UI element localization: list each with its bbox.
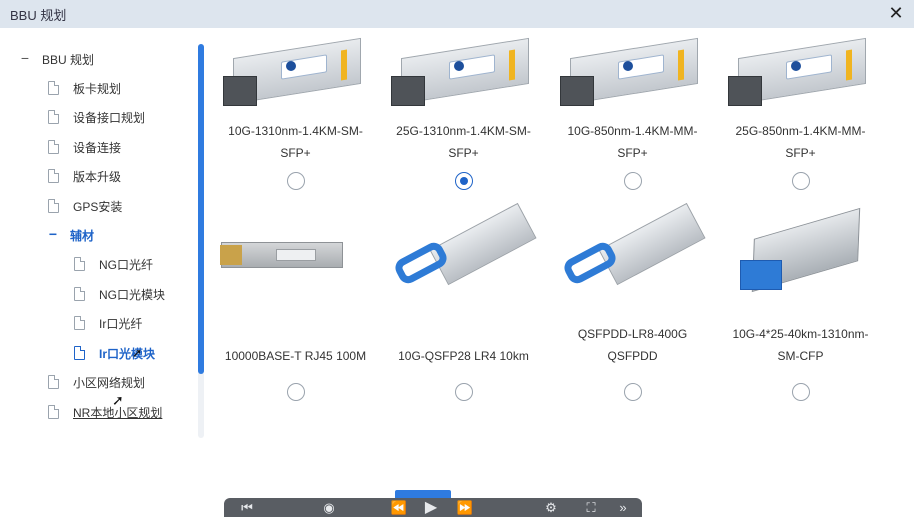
qsfpdd-module-image	[550, 202, 715, 308]
product-card[interactable]: 10G-1310nm-1.4KM-SM- SFP+	[213, 37, 378, 164]
tree-group-label: 辅材	[70, 228, 95, 243]
document-icon	[74, 287, 85, 301]
document-icon	[48, 375, 59, 389]
product-name-line2: QSFPDD	[607, 349, 658, 363]
product-radio[interactable]	[624, 172, 642, 190]
product-card[interactable]: 25G-850nm-1.4KM-MM- SFP+	[718, 37, 883, 164]
close-icon[interactable]: ✕	[886, 3, 906, 23]
product-radio[interactable]	[455, 172, 473, 190]
tree-panel: − BBU 规划 板卡规划 设备接口规划 设备连接 版本升级 GPS安装 − 辅…	[12, 42, 208, 440]
tree-item-ir-module[interactable]: Ir口光模块	[74, 342, 155, 364]
tree-group-materials[interactable]: − 辅材	[46, 224, 94, 246]
mouse-pointer-icon: ➚	[112, 392, 124, 408]
tree-item-ng-fiber[interactable]: NG口光纤	[74, 253, 153, 275]
tree-item-label: NG口光模块	[99, 287, 166, 302]
product-name: 10000BASE-T RJ45 100M	[224, 349, 367, 363]
tree-item-gps[interactable]: GPS安装	[48, 195, 122, 217]
document-icon	[48, 405, 59, 419]
product-name-line2: SM-CFP	[777, 349, 824, 363]
product-radio[interactable]	[287, 383, 305, 401]
product-name: 10G-850nm-1.4KM-MM-	[567, 124, 698, 138]
product-name-line2: SFP+	[448, 146, 479, 160]
rewind-icon[interactable]: ⏪	[390, 500, 408, 515]
product-name-line2: SFP+	[785, 146, 816, 160]
product-name: 10G-4*25-40km-1310nm-	[732, 327, 869, 341]
video-toolbar: ⏮ ◉ ⏪ ▶ ⏩ ⚙ ⛶ »	[224, 498, 642, 517]
document-icon	[48, 169, 59, 183]
tree-scrollbar-thumb[interactable]	[198, 44, 204, 374]
product-name: 10G-QSFP28 LR4 10km	[398, 349, 529, 363]
tree-item-label: 设备接口规划	[73, 110, 146, 125]
tree-item-label: Ir口光纤	[99, 316, 143, 331]
document-icon	[48, 110, 59, 124]
product-name: 10G-1310nm-1.4KM-SM-	[228, 124, 363, 138]
product-card[interactable]: 10G-4*25-40km-1310nm- SM-CFP	[718, 207, 883, 367]
tree-item-port[interactable]: 设备接口规划	[48, 106, 145, 128]
tree-item-ir-fiber[interactable]: Ir口光纤	[74, 312, 142, 334]
window-title: BBU 规划	[10, 8, 67, 23]
rewind-icon[interactable]: ◉	[320, 500, 338, 515]
sfp-module-image	[381, 37, 546, 120]
product-name-line2: SFP+	[280, 146, 311, 160]
tree-item-label: 设备连接	[73, 140, 122, 155]
collapse-icon[interactable]: −	[18, 51, 32, 66]
play-icon[interactable]: ▶	[422, 500, 440, 516]
tree-item-ng-module[interactable]: NG口光模块	[74, 283, 165, 305]
tree-root-label: BBU 规划	[42, 52, 95, 67]
product-card[interactable]: QSFPDD-LR8-400G QSFPDD	[550, 202, 715, 367]
document-icon	[74, 346, 85, 360]
product-card[interactable]: 10G-QSFP28 LR4 10km	[381, 202, 546, 367]
document-icon	[74, 316, 85, 330]
product-name: 25G-1310nm-1.4KM-SM-	[396, 124, 531, 138]
tree-item-label: 板卡规划	[73, 81, 122, 96]
settings-icon[interactable]: ⚙	[542, 500, 560, 515]
document-icon	[74, 257, 85, 271]
toolbar-handle[interactable]	[395, 490, 451, 498]
document-icon	[48, 199, 59, 213]
tree-item-label: Ir口光模块	[99, 346, 156, 361]
more-icon[interactable]: »	[614, 500, 632, 515]
tree-item-label: 小区网络规划	[73, 375, 146, 390]
product-radio[interactable]	[792, 172, 810, 190]
tree-item-connection[interactable]: 设备连接	[48, 136, 121, 158]
rj45-module-image	[213, 210, 378, 308]
product-radio[interactable]	[792, 383, 810, 401]
sfp-module-image	[213, 37, 378, 120]
forward-icon[interactable]: ⏩	[456, 500, 474, 515]
tree-item-nr-cell[interactable]: NR本地小区规划	[48, 401, 162, 423]
document-icon	[48, 81, 59, 95]
product-card[interactable]: 10000BASE-T RJ45 100M	[213, 210, 378, 367]
sfp-module-image	[718, 37, 883, 120]
fullscreen-icon[interactable]: ⛶	[582, 500, 600, 515]
document-icon	[48, 140, 59, 154]
sfp-module-image	[550, 37, 715, 120]
tree-item-label: 版本升级	[73, 169, 122, 184]
product-name: QSFPDD-LR8-400G	[577, 327, 688, 341]
product-card[interactable]: 25G-1310nm-1.4KM-SM- SFP+	[381, 37, 546, 164]
skip-back-icon[interactable]: ⏮	[238, 500, 256, 515]
qsfp-module-image	[381, 202, 546, 308]
product-name: 25G-850nm-1.4KM-MM-	[735, 124, 866, 138]
tree-item-label: GPS安装	[73, 199, 123, 214]
product-card[interactable]: 10G-850nm-1.4KM-MM- SFP+	[550, 37, 715, 164]
tree-item-upgrade[interactable]: 版本升级	[48, 165, 121, 187]
tree-item-label: NG口光纤	[99, 257, 154, 272]
collapse-icon[interactable]: −	[46, 227, 60, 242]
product-radio[interactable]	[624, 383, 642, 401]
product-radio[interactable]	[287, 172, 305, 190]
product-radio[interactable]	[455, 383, 473, 401]
tree-root[interactable]: − BBU 规划	[18, 48, 94, 70]
tree-item-cell-network[interactable]: 小区网络规划	[48, 371, 145, 393]
cfp-module-image	[718, 207, 883, 308]
tree-item-board[interactable]: 板卡规划	[48, 77, 121, 99]
title-bar: BBU 规划 ✕	[0, 0, 914, 28]
product-name-line2: SFP+	[617, 146, 648, 160]
mouse-pointer-icon: ➚	[132, 346, 143, 360]
